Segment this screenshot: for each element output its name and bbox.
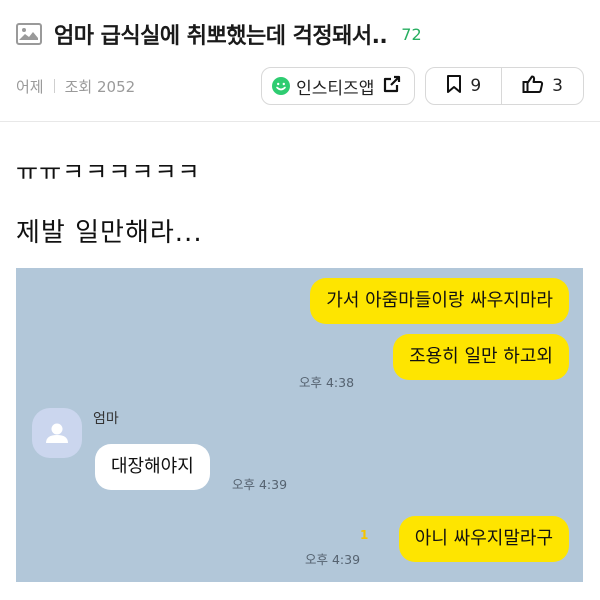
post-title-row: 엄마 급식실에 취뽀했는데 걱정돼서.. 72	[16, 14, 584, 54]
view-count: 조회 2052	[64, 77, 136, 96]
chat-screenshot: 가서 아줌마들이랑 싸우지마라 조용히 일만 하고외 오후 4:38 엄마 대장…	[16, 268, 583, 582]
chat-bubble-me: 조용히 일만 하고외	[393, 334, 569, 380]
post-body-line: ㅠㅠㅋㅋㅋㅋㅋㅋ	[16, 158, 201, 186]
post-meta-row: 어제 조회 2052 인스티즈앱 9 3	[16, 66, 584, 106]
chat-bubble-me: 가서 아줌마들이랑 싸우지마라	[310, 278, 569, 324]
external-link-icon	[382, 74, 402, 98]
chat-bubble-me: 아니 싸우지말라구	[398, 516, 569, 562]
message-time: 오후 4:38	[299, 375, 355, 390]
like-count: 3	[552, 76, 563, 96]
unread-count: 1	[360, 528, 369, 542]
image-icon	[16, 23, 42, 45]
person-icon	[46, 423, 68, 443]
like-button[interactable]: 3	[501, 68, 583, 104]
post-date: 어제	[16, 77, 44, 96]
bookmark-icon	[446, 74, 462, 98]
post-body-line: 제발 일만해라...	[16, 218, 203, 248]
header-divider	[0, 121, 600, 122]
share-app-label: 인스티즈앱	[296, 78, 375, 99]
bookmark-count: 9	[470, 76, 482, 96]
post-stats: 9 3	[425, 67, 584, 105]
smile-icon	[272, 77, 291, 95]
chat-bubble-them: 대장해야지	[95, 444, 210, 490]
meta-divider	[53, 79, 55, 93]
share-app-button[interactable]: 인스티즈앱	[261, 67, 416, 105]
sender-name: 엄마	[93, 411, 119, 427]
avatar	[32, 408, 82, 458]
message-time: 오후 4:39	[305, 552, 361, 567]
bookmark-button[interactable]: 9	[426, 68, 501, 104]
comment-count[interactable]: 72	[401, 25, 421, 44]
thumbs-up-icon	[522, 74, 544, 98]
message-time: 오후 4:39	[232, 477, 288, 492]
post-title: 엄마 급식실에 취뽀했는데 걱정돼서..	[54, 24, 388, 49]
